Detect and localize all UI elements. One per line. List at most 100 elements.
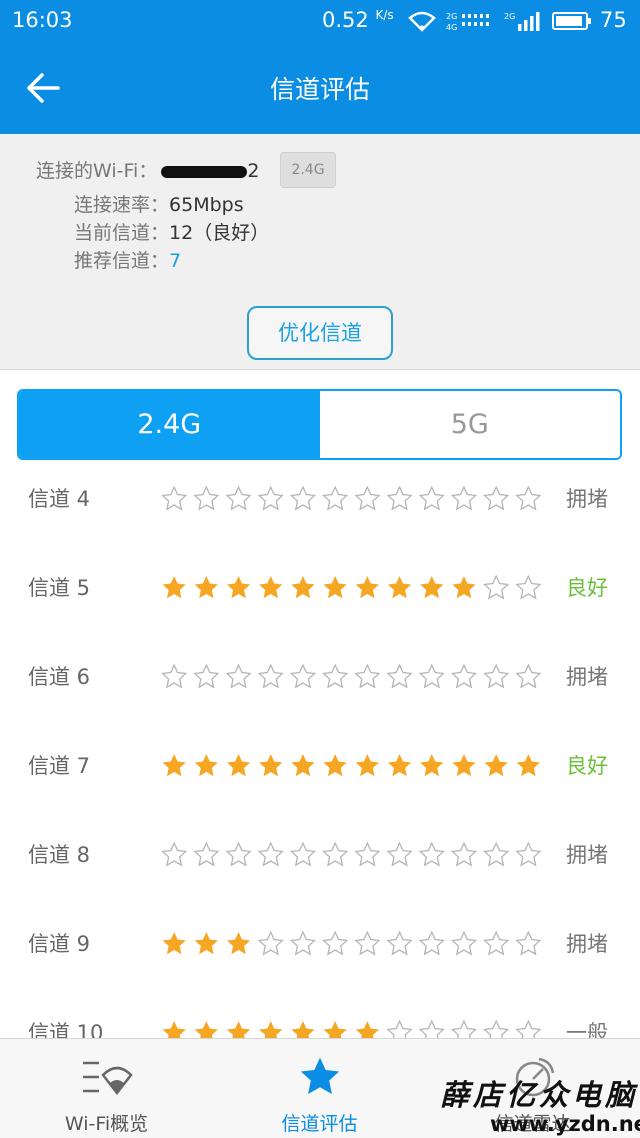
star-empty-icon	[354, 841, 381, 867]
star-empty-icon	[450, 1019, 478, 1038]
channel-row: 信道 6 拥堵	[0, 647, 640, 707]
network-speed: 0.52 K/s	[322, 8, 394, 32]
optimize-channel-button[interactable]: 优化信道	[247, 306, 393, 360]
rating-stars	[161, 841, 542, 867]
star-empty-icon	[225, 485, 252, 511]
rate-label: 连接速率：	[74, 194, 170, 216]
star-empty-icon	[289, 485, 317, 511]
star-empty-icon	[322, 841, 349, 867]
nav-wifi-overview[interactable]: Wi-Fi概览	[0, 1039, 213, 1138]
star-filled-icon	[291, 1021, 315, 1038]
channel-status: 一般	[566, 1021, 608, 1038]
star-empty-icon	[418, 930, 445, 956]
wifi-row: 连接的Wi-Fi： 2	[36, 156, 259, 183]
star-empty-icon	[193, 485, 220, 511]
svg-text:2G: 2G	[504, 12, 515, 21]
channel-label: 信道 10	[28, 1021, 104, 1038]
star-filled-icon	[259, 1021, 283, 1038]
star-empty-icon	[483, 663, 510, 689]
star-empty-icon	[289, 663, 317, 689]
star-empty-icon	[257, 485, 284, 511]
channel-row: 信道 8 拥堵	[0, 825, 640, 885]
star-empty-icon	[193, 841, 220, 867]
star-empty-icon	[515, 841, 542, 867]
star-empty-icon	[354, 930, 381, 956]
tab-5g[interactable]: 5G	[319, 391, 620, 458]
star-empty-icon	[161, 841, 188, 867]
page-title: 信道评估	[269, 75, 370, 104]
star-filled-icon	[291, 576, 315, 599]
channel-row: 信道 10 一般	[0, 1003, 640, 1038]
channel-status: 良好	[566, 576, 608, 600]
star-filled-icon	[355, 754, 379, 777]
star-empty-icon	[483, 841, 510, 867]
star-filled-icon	[323, 576, 347, 599]
star-filled-icon	[452, 576, 476, 599]
wifi-name-suffix: 2	[247, 160, 260, 182]
battery-level: 75	[600, 8, 627, 32]
nav-channel-evaluation-label: 信道评估	[281, 1113, 358, 1135]
recommended-channel-label: 推荐信道：	[74, 250, 170, 272]
star-empty-icon	[322, 663, 349, 689]
star-filled-icon	[355, 1021, 379, 1038]
star-filled-icon	[516, 754, 540, 777]
star-empty-icon	[386, 841, 413, 867]
current-channel-row: 当前信道：12（良好）	[74, 218, 269, 245]
battery-icon	[552, 12, 591, 30]
nav-wifi-overview-label: Wi-Fi概览	[64, 1113, 149, 1135]
star-filled-icon	[259, 754, 283, 777]
star-empty-icon	[386, 930, 413, 956]
channel-status: 拥堵	[566, 932, 608, 956]
star-empty-icon	[450, 485, 478, 511]
star-empty-icon	[161, 485, 188, 511]
channel-label: 信道 6	[28, 665, 91, 689]
star-empty-icon	[483, 485, 510, 511]
svg-text:2G: 2G	[446, 12, 457, 21]
star-empty-icon	[354, 485, 381, 511]
star-empty-icon	[322, 930, 349, 956]
status-icons: 2G 4G 2G	[408, 6, 592, 36]
current-channel-label: 当前信道：	[74, 222, 170, 244]
star-empty-icon	[418, 841, 445, 867]
star-filled-icon	[162, 1021, 186, 1038]
star-empty-icon	[257, 930, 284, 956]
channel-status: 拥堵	[566, 665, 608, 689]
star-filled-icon	[162, 932, 186, 955]
star-empty-icon	[483, 574, 510, 600]
network-speed-unit: K/s	[375, 8, 394, 22]
channel-status: 拥堵	[566, 487, 608, 511]
wifi-icon	[408, 11, 436, 32]
star-empty-icon	[225, 841, 252, 867]
channel-label: 信道 8	[28, 843, 91, 867]
star-filled-icon	[387, 754, 412, 777]
star-empty-icon	[450, 663, 478, 689]
recommended-channel-value: 7	[169, 250, 182, 272]
rating-stars	[161, 663, 542, 689]
star-filled-icon	[484, 754, 508, 777]
star-empty-icon	[354, 663, 381, 689]
star-empty-icon	[418, 1019, 445, 1038]
nav-channel-evaluation[interactable]: 信道评估	[213, 1039, 426, 1138]
band-badge: 2.4G	[280, 152, 336, 188]
channel-row: 信道 9 拥堵	[0, 914, 640, 974]
star-empty-icon	[257, 663, 284, 689]
star-empty-icon	[418, 663, 445, 689]
star-empty-icon	[386, 1019, 413, 1038]
channel-status: 良好	[566, 754, 608, 778]
app-bar: 信道评估	[0, 42, 640, 134]
channel-row: 信道 4 拥堵	[0, 469, 640, 529]
star-empty-icon	[322, 485, 349, 511]
star-empty-icon	[483, 1019, 510, 1038]
status-time: 16:03	[12, 8, 73, 32]
wifi-label: 连接的Wi-Fi：	[36, 160, 158, 182]
star-empty-icon	[386, 663, 413, 689]
star-empty-icon	[161, 663, 188, 689]
tab-2-4g[interactable]: 2.4G	[19, 391, 320, 458]
channel-list[interactable]: 信道 4 拥堵 信道 5 良好 信道 6 拥堵 信道 7 良好 信道 8 拥堵 信道 9 拥堵 信道 1…	[0, 460, 640, 1038]
star-empty-icon	[289, 841, 317, 867]
star-empty-icon	[418, 485, 445, 511]
star-empty-icon	[225, 663, 252, 689]
star-filled-icon	[420, 754, 444, 777]
network-speed-value: 0.52	[322, 8, 369, 32]
channel-label: 信道 5	[28, 576, 91, 600]
